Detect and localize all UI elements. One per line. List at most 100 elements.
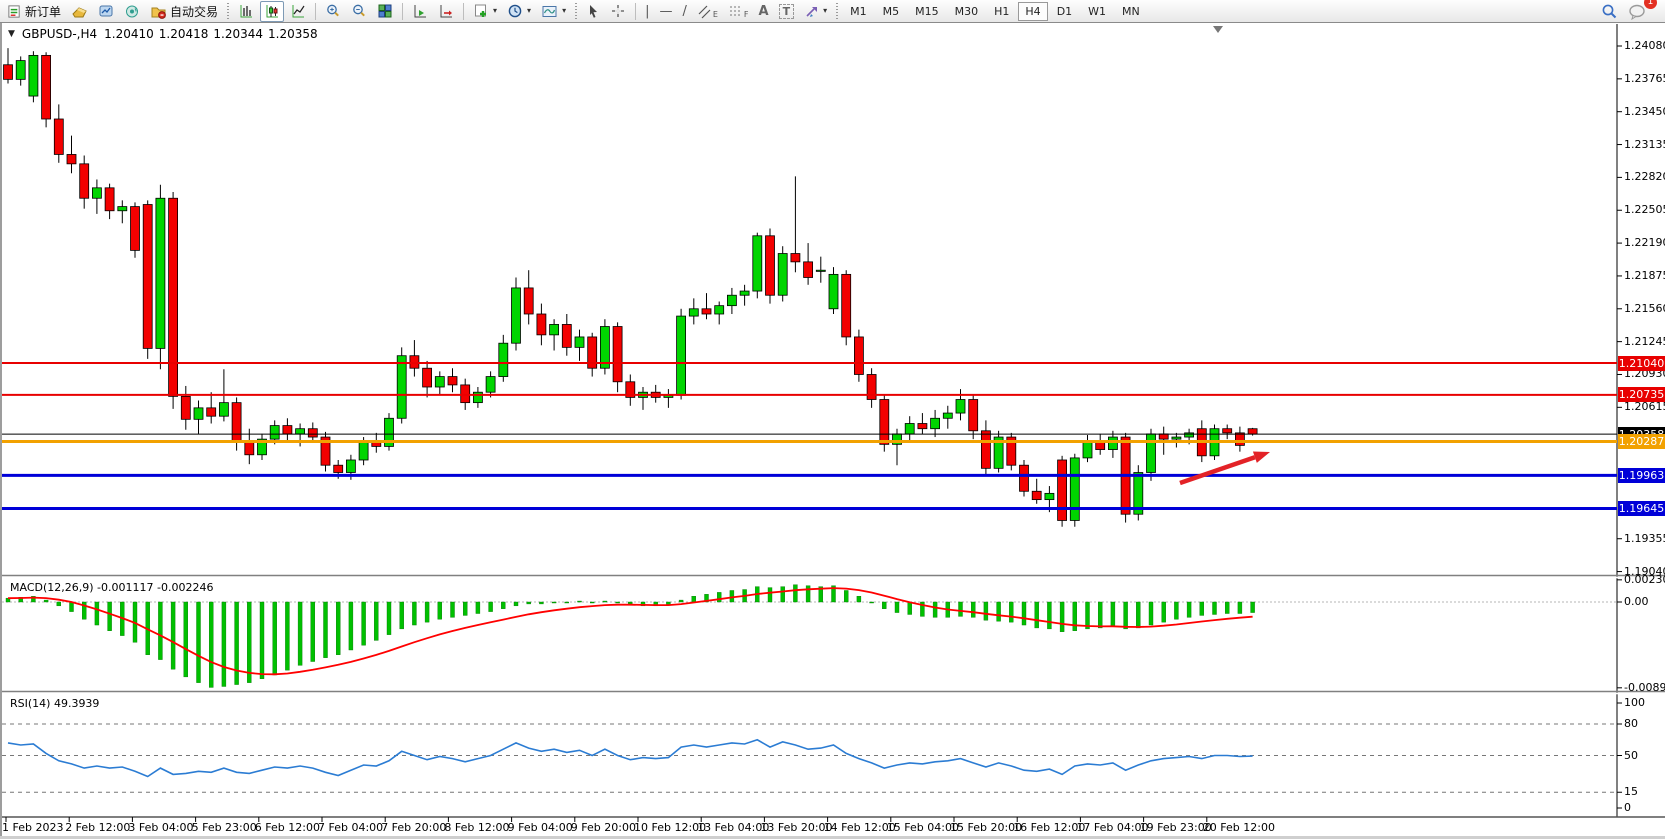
- chart-canvas[interactable]: [0, 0, 1665, 839]
- timeframe-h1[interactable]: H1: [987, 2, 1016, 21]
- autotrading-label: 自动交易: [170, 3, 218, 20]
- annotation-arrow-head[interactable]: [1253, 452, 1270, 463]
- timeframe-mn[interactable]: MN: [1115, 2, 1147, 21]
- fibonacci-icon: [728, 4, 744, 19]
- mt4-window: { "toolbar": { "new_order_label": "新订单",…: [0, 0, 1665, 839]
- search-button[interactable]: [1596, 1, 1622, 22]
- price-axis-label: 1.23450: [1624, 105, 1665, 118]
- chat-button[interactable]: 1: [1624, 1, 1651, 22]
- chart-shift-button[interactable]: [434, 1, 458, 22]
- fibo-f-suffix: F: [744, 10, 749, 19]
- date-axis-label: 7 Feb 20:00: [381, 821, 446, 834]
- bar-chart-button[interactable]: [234, 1, 258, 22]
- line-chart-icon: [290, 3, 306, 19]
- timeframe-d1[interactable]: D1: [1050, 2, 1079, 21]
- label-tool-icon: T: [779, 4, 795, 19]
- template-button[interactable]: ▾: [537, 1, 570, 22]
- profile-icon: [71, 4, 88, 19]
- chart-title: ▼ GBPUSD-,H4 1.20410 1.20418 1.20344 1.2…: [8, 27, 318, 41]
- toolbar-separator: [635, 3, 636, 20]
- vertical-line-tool[interactable]: |: [641, 1, 653, 22]
- price-axis-label: 1.22820: [1624, 170, 1665, 183]
- toolbar-grip[interactable]: [836, 3, 838, 19]
- date-axis-label: 9 Feb 04:00: [508, 821, 573, 834]
- shapes-icon: [804, 4, 819, 19]
- window-left-edge: [0, 23, 2, 836]
- price-level-label: 1.19645: [1618, 501, 1665, 516]
- toolbar-grip[interactable]: [575, 3, 577, 19]
- new-order-icon: [7, 4, 22, 19]
- price-axis-label: 1.21560: [1624, 302, 1665, 315]
- date-axis-label: 16 Feb 12:00: [1013, 821, 1085, 834]
- timeframe-h4[interactable]: H4: [1018, 2, 1047, 21]
- new-chart-button[interactable]: ▾: [469, 1, 501, 22]
- market-watch-button[interactable]: [94, 1, 118, 22]
- profile-button[interactable]: [67, 1, 92, 22]
- date-axis-label: 8 Feb 12:00: [444, 821, 509, 834]
- date-axis-label: 13 Feb 20:00: [760, 821, 832, 834]
- auto-scroll-icon: [412, 3, 428, 19]
- timeframe-m30[interactable]: M30: [948, 2, 986, 21]
- shapes-tool[interactable]: ▾: [800, 1, 831, 22]
- timeframe-m5[interactable]: M5: [876, 2, 907, 21]
- period-button[interactable]: ▾: [503, 1, 535, 22]
- vline-icon: |: [645, 4, 649, 19]
- zoom-out-button[interactable]: [347, 1, 371, 22]
- period-dropdown-caret[interactable]: ▾: [527, 7, 531, 15]
- shapes-dropdown-caret[interactable]: ▾: [823, 7, 827, 15]
- one-click-expander-icon[interactable]: ▼: [8, 29, 15, 39]
- date-axis-label: 17 Feb 04:00: [1076, 821, 1148, 834]
- date-axis-label: 19 Feb 23:00: [1140, 821, 1212, 834]
- tile-windows-icon: [377, 3, 393, 19]
- price-level-label: 1.20735: [1618, 387, 1665, 402]
- price-level-label: 1.19963: [1618, 468, 1665, 483]
- notification-badge[interactable]: 1: [1644, 0, 1657, 9]
- date-axis-label: 10 Feb 12:00: [634, 821, 706, 834]
- timeframe-m15[interactable]: M15: [908, 2, 946, 21]
- price-axis-label: 1.24080: [1624, 39, 1665, 52]
- crosshair-button[interactable]: [606, 1, 630, 22]
- zoom-in-button[interactable]: [321, 1, 345, 22]
- new-order-button[interactable]: 新订单: [3, 1, 65, 22]
- tile-windows-button[interactable]: [373, 1, 397, 22]
- new-order-label: 新订单: [25, 3, 61, 20]
- navigator-button[interactable]: [120, 1, 144, 22]
- text-tool-icon: A: [759, 4, 769, 19]
- macd-axis-label: -0.008939: [1624, 681, 1665, 694]
- date-axis-label: 7 Feb 04:00: [318, 821, 383, 834]
- rsi-axis-label: 0: [1624, 801, 1631, 814]
- trendline-tool[interactable]: /: [678, 1, 690, 22]
- fibonacci-tool[interactable]: F: [724, 1, 753, 22]
- cursor-button[interactable]: [582, 1, 604, 22]
- macd-axis-label: 0.00: [1624, 595, 1649, 608]
- auto-scroll-button[interactable]: [408, 1, 432, 22]
- timeframe-w1[interactable]: W1: [1081, 2, 1113, 21]
- candlestick-chart-button[interactable]: [260, 1, 284, 22]
- channel-icon: [697, 4, 713, 19]
- clock-icon: [507, 3, 523, 19]
- crosshair-icon: [610, 3, 626, 19]
- price-axis-label: 1.21245: [1624, 335, 1665, 348]
- date-axis-label: 9 Feb 20:00: [571, 821, 636, 834]
- price-axis-label: 1.22190: [1624, 236, 1665, 249]
- candlestick-chart-icon: [264, 3, 280, 19]
- timeframe-m1[interactable]: M1: [843, 2, 874, 21]
- macd-signal-line: [8, 588, 1253, 674]
- text-label-tool[interactable]: T: [775, 1, 799, 22]
- date-axis-label: 15 Feb 04:00: [887, 821, 959, 834]
- equidistant-channel-tool[interactable]: E: [693, 1, 722, 22]
- zoom-in-icon: [325, 3, 341, 19]
- new-chart-dropdown-caret[interactable]: ▾: [493, 7, 497, 15]
- price-level-label: 1.21040: [1618, 356, 1665, 371]
- rsi-indicator-label: RSI(14) 49.3939: [10, 697, 99, 710]
- rsi-axis-label: 15: [1624, 785, 1638, 798]
- chart-shift-icon: [438, 3, 454, 19]
- annotation-arrow[interactable]: [1180, 457, 1255, 483]
- text-tool[interactable]: A: [755, 1, 773, 22]
- horizontal-line-tool[interactable]: —: [655, 1, 676, 22]
- autotrading-button[interactable]: 自动交易: [146, 1, 222, 22]
- template-dropdown-caret[interactable]: ▾: [562, 7, 566, 15]
- line-chart-button[interactable]: [286, 1, 310, 22]
- toolbar-grip[interactable]: [227, 3, 229, 19]
- chart-shift-marker[interactable]: [1213, 26, 1223, 33]
